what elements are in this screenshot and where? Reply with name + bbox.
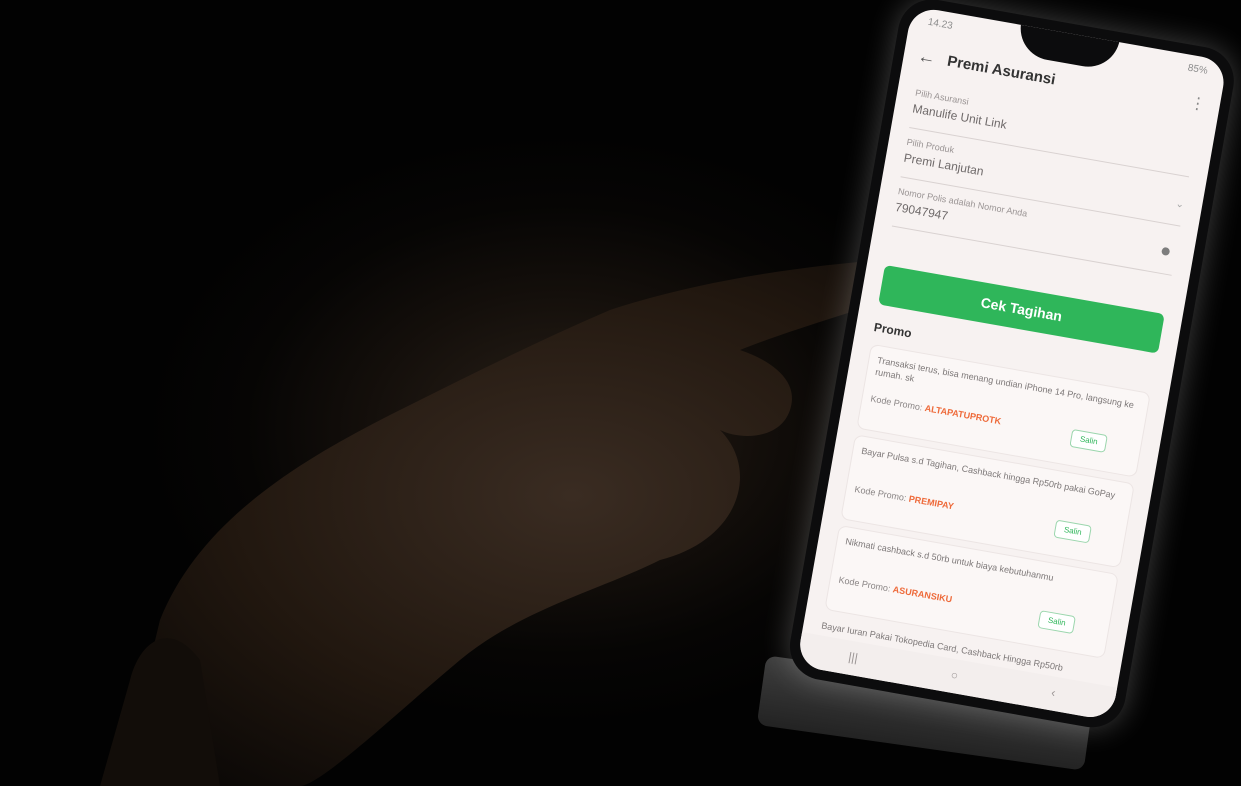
back-icon[interactable]: ‹ (1050, 685, 1056, 699)
copy-code-button[interactable]: Salin (1037, 610, 1076, 635)
field-value: Manulife Unit Link (911, 101, 1008, 132)
info-icon[interactable] (1161, 246, 1171, 257)
home-icon[interactable]: ○ (950, 668, 960, 683)
promo-description: Transaksi terus, bisa menang undian iPho… (874, 355, 1135, 411)
status-time: 14.23 (926, 16, 954, 32)
chevron-down-icon: ⌄ (1174, 198, 1185, 211)
promo-code-label: Kode Promo: (837, 574, 892, 594)
promo-code-row: Kode Promo: ASURANSIKU (838, 575, 953, 605)
promo-code: ALTAPATUPROTK (924, 403, 1002, 427)
check-bill-button[interactable]: Cek Tagihan (878, 264, 1165, 354)
field-value: Premi Lanjutan (902, 150, 985, 179)
promo-code-row: Kode Promo: ALTAPATUPROTK (870, 393, 1002, 426)
promo-code: PREMIPAY (908, 493, 955, 512)
more-icon[interactable]: ⋮ (1188, 93, 1207, 115)
promo-code-row: Kode Promo: PREMIPAY (854, 484, 955, 511)
recent-apps-icon[interactable]: ||| (847, 650, 859, 665)
copy-code-button[interactable]: Salin (1053, 519, 1092, 544)
promo-title: Promo (872, 320, 913, 341)
promo-code-label: Kode Promo: (869, 393, 924, 413)
back-arrow-icon[interactable]: ← (916, 46, 937, 70)
photo-scene: 14.23 85% ← Premi Asuransi ⋮ Pilih Asura… (0, 0, 1241, 786)
promo-code-label: Kode Promo: (853, 484, 908, 504)
promo-code: ASURANSIKU (892, 584, 953, 605)
copy-code-button[interactable]: Salin (1069, 428, 1108, 453)
battery-level: 85% (1186, 62, 1209, 77)
